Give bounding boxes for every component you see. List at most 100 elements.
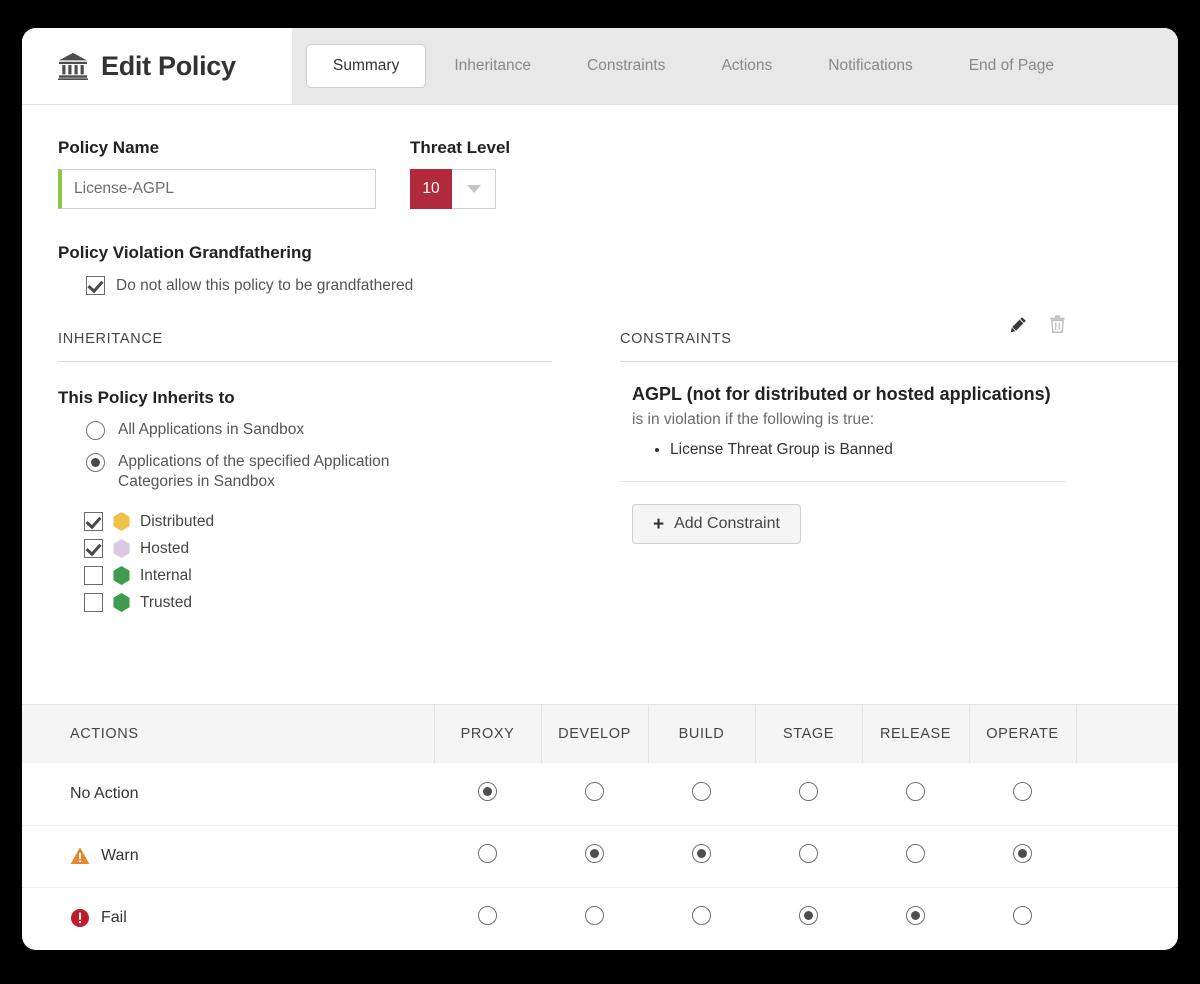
constraints-panel: CONSTRAINTS AGPL (not for distributed or… bbox=[590, 331, 1178, 620]
constraint-item-title: AGPL (not for distributed or hosted appl… bbox=[632, 384, 1066, 405]
cell-no-action-operate[interactable] bbox=[969, 763, 1076, 825]
constraint-condition-list: License Threat Group is Banned bbox=[632, 439, 1066, 461]
col-proxy: PROXY bbox=[434, 705, 541, 763]
cell-warn-stage[interactable] bbox=[755, 825, 862, 887]
category-list: Distributed Hosted Inter bbox=[84, 512, 552, 612]
radio-no-action-release[interactable] bbox=[906, 782, 925, 801]
tab-constraints[interactable]: Constraints bbox=[559, 28, 693, 104]
tab-summary[interactable]: Summary bbox=[306, 44, 426, 88]
category-distributed-checkbox[interactable] bbox=[84, 512, 103, 531]
cell-warn-build[interactable] bbox=[648, 825, 755, 887]
category-trusted[interactable]: Trusted bbox=[84, 593, 552, 612]
category-hosted[interactable]: Hosted bbox=[84, 539, 552, 558]
tab-actions[interactable]: Actions bbox=[693, 28, 800, 104]
constraint-item: AGPL (not for distributed or hosted appl… bbox=[620, 362, 1066, 482]
cell-fail-operate[interactable] bbox=[969, 887, 1076, 949]
row-fail-label: Fail bbox=[101, 909, 127, 927]
grandfathering-checkbox[interactable] bbox=[86, 276, 105, 295]
cell-no-action-stage[interactable] bbox=[755, 763, 862, 825]
tab-end-of-page[interactable]: End of Page bbox=[941, 28, 1082, 104]
plus-icon: + bbox=[653, 515, 664, 534]
radio-no-action-operate[interactable] bbox=[1013, 782, 1032, 801]
category-trusted-checkbox[interactable] bbox=[84, 593, 103, 612]
tab-notifications[interactable]: Notifications bbox=[800, 28, 940, 104]
radio-no-action-proxy[interactable] bbox=[478, 782, 497, 801]
pencil-icon[interactable] bbox=[1010, 316, 1027, 338]
col-develop: DEVELOP bbox=[541, 705, 648, 763]
cell-warn-release[interactable] bbox=[862, 825, 969, 887]
inherit-option-categories[interactable]: Applications of the specified Applicatio… bbox=[86, 452, 552, 492]
cell-fail-release[interactable] bbox=[862, 887, 969, 949]
category-hosted-checkbox[interactable] bbox=[84, 539, 103, 558]
threat-level-select[interactable]: 10 bbox=[410, 169, 510, 209]
chevron-down-icon bbox=[467, 185, 481, 193]
cell-no-action-proxy[interactable] bbox=[434, 763, 541, 825]
radio-fail-operate[interactable] bbox=[1013, 906, 1032, 925]
radio-warn-operate[interactable] bbox=[1013, 844, 1032, 863]
col-operate: OPERATE bbox=[969, 705, 1076, 763]
radio-warn-stage[interactable] bbox=[799, 844, 818, 863]
cell-warn-operate[interactable] bbox=[969, 825, 1076, 887]
cell-warn-proxy[interactable] bbox=[434, 825, 541, 887]
policy-name-group: Policy Name License-AGPL bbox=[58, 138, 376, 209]
constraint-condition: License Threat Group is Banned bbox=[670, 439, 1066, 461]
error-circle-icon bbox=[70, 908, 90, 928]
add-constraint-button[interactable]: + Add Constraint bbox=[632, 504, 801, 544]
row-warn-label-cell: Warn bbox=[22, 825, 434, 887]
cell-fail-build[interactable] bbox=[648, 887, 755, 949]
radio-fail-build[interactable] bbox=[692, 906, 711, 925]
row-fail-label-cell: Fail bbox=[22, 887, 434, 949]
row-no-action-label: No Action bbox=[70, 785, 138, 803]
trash-icon[interactable] bbox=[1049, 315, 1066, 338]
col-build: BUILD bbox=[648, 705, 755, 763]
radio-no-action-stage[interactable] bbox=[799, 782, 818, 801]
row-warn-label: Warn bbox=[101, 847, 139, 865]
cell-fail-stage[interactable] bbox=[755, 887, 862, 949]
radio-warn-release[interactable] bbox=[906, 844, 925, 863]
cell-fail-proxy[interactable] bbox=[434, 887, 541, 949]
inherit-option-all-label: All Applications in Sandbox bbox=[118, 420, 304, 440]
category-hosted-label: Hosted bbox=[140, 540, 189, 558]
inheritance-title: INHERITANCE bbox=[58, 331, 552, 362]
radio-fail-develop[interactable] bbox=[585, 906, 604, 925]
category-internal[interactable]: Internal bbox=[84, 566, 552, 585]
page-title: Edit Policy bbox=[101, 51, 236, 82]
cell-warn-spacer bbox=[1076, 825, 1178, 887]
radio-fail-proxy[interactable] bbox=[478, 906, 497, 925]
radio-fail-stage[interactable] bbox=[799, 906, 818, 925]
page-body: Policy Name License-AGPL Threat Level 10… bbox=[22, 118, 1178, 620]
table-row: Warn bbox=[22, 825, 1178, 887]
warning-triangle-icon bbox=[70, 846, 90, 866]
inherit-option-all-radio[interactable] bbox=[86, 421, 105, 440]
category-distributed[interactable]: Distributed bbox=[84, 512, 552, 531]
brand: Edit Policy bbox=[22, 28, 292, 104]
header-spacer bbox=[22, 105, 1178, 118]
radio-no-action-develop[interactable] bbox=[585, 782, 604, 801]
radio-no-action-build[interactable] bbox=[692, 782, 711, 801]
grandfathering-row[interactable]: Do not allow this policy to be grandfath… bbox=[86, 276, 1178, 295]
policy-name-input[interactable]: License-AGPL bbox=[58, 169, 376, 209]
actions-table-header-row: ACTIONS PROXY DEVELOP BUILD STAGE RELEAS… bbox=[22, 705, 1178, 763]
threat-level-dropdown-button[interactable] bbox=[452, 169, 496, 209]
top-fields: Policy Name License-AGPL Threat Level 10 bbox=[58, 118, 1178, 209]
add-constraint-label: Add Constraint bbox=[674, 515, 780, 533]
radio-warn-build[interactable] bbox=[692, 844, 711, 863]
cell-no-action-build[interactable] bbox=[648, 763, 755, 825]
page-header: Edit Policy Summary Inheritance Constrai… bbox=[22, 28, 1178, 104]
inherit-option-categories-radio[interactable] bbox=[86, 453, 105, 472]
constraints-title: CONSTRAINTS bbox=[620, 331, 1178, 362]
radio-fail-release[interactable] bbox=[906, 906, 925, 925]
policy-name-label: Policy Name bbox=[58, 138, 376, 158]
cell-fail-develop[interactable] bbox=[541, 887, 648, 949]
inherit-option-all[interactable]: All Applications in Sandbox bbox=[86, 420, 552, 440]
category-internal-checkbox[interactable] bbox=[84, 566, 103, 585]
radio-warn-develop[interactable] bbox=[585, 844, 604, 863]
threat-level-value: 10 bbox=[410, 169, 452, 209]
hexagon-icon bbox=[113, 512, 130, 531]
tab-inheritance[interactable]: Inheritance bbox=[426, 28, 559, 104]
cell-warn-develop[interactable] bbox=[541, 825, 648, 887]
radio-warn-proxy[interactable] bbox=[478, 844, 497, 863]
cell-no-action-develop[interactable] bbox=[541, 763, 648, 825]
hexagon-icon bbox=[113, 566, 130, 585]
cell-no-action-release[interactable] bbox=[862, 763, 969, 825]
